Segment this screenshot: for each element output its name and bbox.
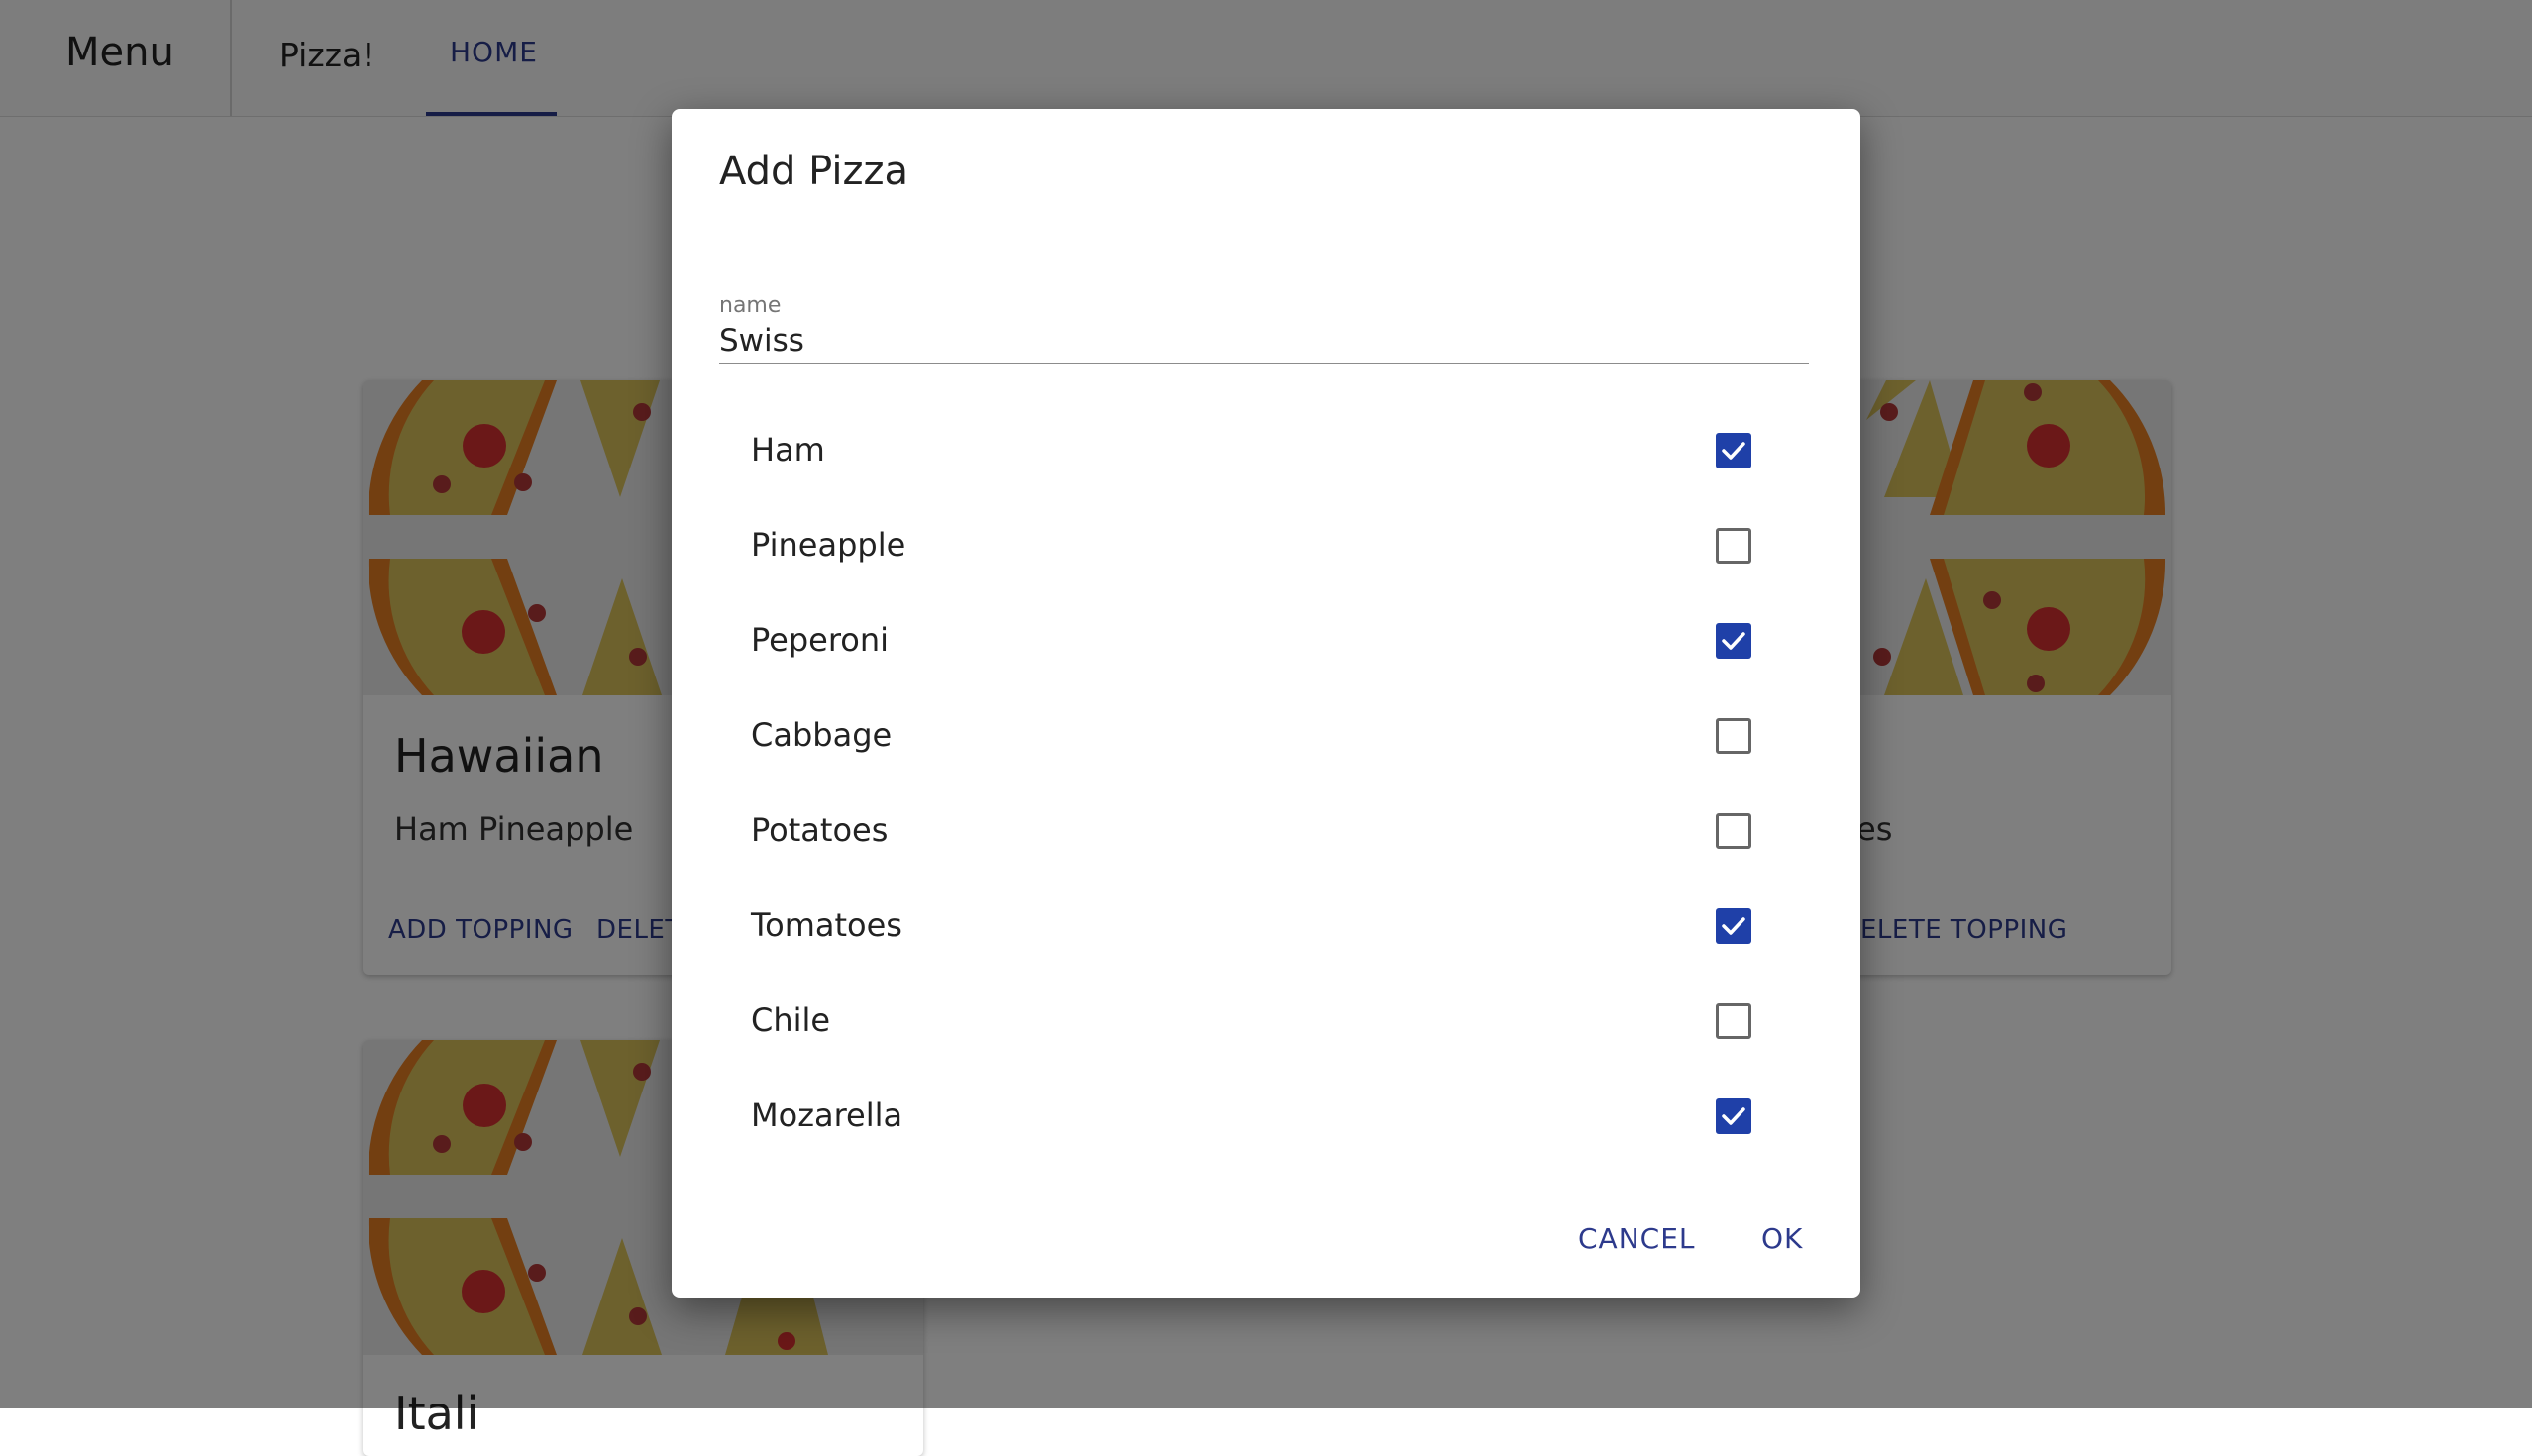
- topping-checkbox[interactable]: [1716, 623, 1751, 659]
- dialog-title: Add Pizza: [719, 149, 909, 194]
- topping-label: Tomatoes: [751, 906, 902, 944]
- check-icon: [1722, 917, 1745, 935]
- topping-label: Peperoni: [751, 621, 890, 659]
- topping-label: Cabbage: [751, 716, 893, 754]
- topping-checkbox[interactable]: [1716, 1098, 1751, 1134]
- check-icon: [1722, 1107, 1745, 1125]
- add-pizza-dialog: Add Pizza name Ham Pineapple Peperoni Ca…: [672, 109, 1860, 1298]
- topping-item-mozarella[interactable]: Mozarella: [719, 1070, 1809, 1165]
- topping-label: Pineapple: [751, 526, 906, 564]
- topping-checkbox[interactable]: [1716, 813, 1751, 849]
- topping-label: Ham: [751, 431, 825, 468]
- topping-item-potatoes[interactable]: Potatoes: [719, 784, 1809, 880]
- ok-button[interactable]: OK: [1761, 1222, 1803, 1255]
- name-field-label: name: [719, 293, 782, 318]
- topping-item-tomatoes[interactable]: Tomatoes: [719, 880, 1809, 975]
- topping-item-cabbage[interactable]: Cabbage: [719, 689, 1809, 784]
- topping-item-chile[interactable]: Chile: [719, 975, 1809, 1070]
- topping-label: Mozarella: [751, 1096, 903, 1134]
- check-icon: [1722, 632, 1745, 650]
- topping-checkbox[interactable]: [1716, 718, 1751, 754]
- topping-checkbox[interactable]: [1716, 528, 1751, 564]
- topping-label: Chile: [751, 1001, 831, 1039]
- topping-checkbox[interactable]: [1716, 908, 1751, 944]
- check-icon: [1722, 442, 1745, 460]
- name-field[interactable]: [719, 319, 1809, 364]
- topping-checkbox[interactable]: [1716, 433, 1751, 468]
- topping-label: Potatoes: [751, 811, 889, 849]
- topping-item-peperoni[interactable]: Peperoni: [719, 594, 1809, 689]
- topping-item-ham[interactable]: Ham: [719, 404, 1809, 499]
- app-page: Menu Pizza! HOME Hawaiian Ham Pineapple: [0, 0, 2532, 1456]
- cancel-button[interactable]: CANCEL: [1578, 1222, 1696, 1255]
- topping-checkbox[interactable]: [1716, 1003, 1751, 1039]
- topping-item-pineapple[interactable]: Pineapple: [719, 499, 1809, 594]
